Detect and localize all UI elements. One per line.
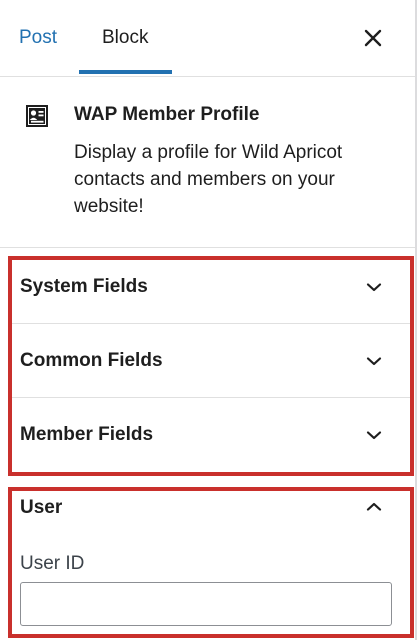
close-icon[interactable] — [361, 26, 385, 50]
chevron-down-icon — [362, 423, 386, 447]
tab-post[interactable]: Post — [19, 0, 57, 76]
section-label: Member Fields — [20, 424, 154, 445]
panel-common-fields[interactable]: Common Fields — [8, 324, 414, 398]
user-id-input[interactable] — [20, 582, 392, 626]
sidebar-tabs: Post Block — [0, 0, 415, 77]
chevron-up-icon — [362, 495, 386, 519]
user-id-label: User ID — [20, 553, 85, 574]
active-tab-indicator — [79, 70, 172, 74]
block-description: Display a profile for Wild Apricot conta… — [74, 142, 343, 217]
panel-user[interactable]: User — [8, 487, 414, 532]
block-card: WAP Member Profile Display a profile for… — [0, 77, 415, 248]
section-label: System Fields — [20, 275, 148, 297]
panel-system-fields[interactable]: System Fields — [8, 250, 414, 324]
block-title: WAP Member Profile — [74, 104, 260, 125]
tab-block[interactable]: Block — [102, 0, 148, 76]
panel-member-fields[interactable]: Member Fields — [8, 398, 414, 472]
chevron-down-icon — [362, 349, 386, 373]
section-label: User — [20, 497, 63, 518]
chevron-down-icon — [362, 275, 386, 299]
member-profile-icon — [25, 104, 49, 128]
block-settings-panel: Post Block WAP Member Profile Display a … — [0, 0, 417, 640]
section-label: Common Fields — [20, 349, 163, 371]
